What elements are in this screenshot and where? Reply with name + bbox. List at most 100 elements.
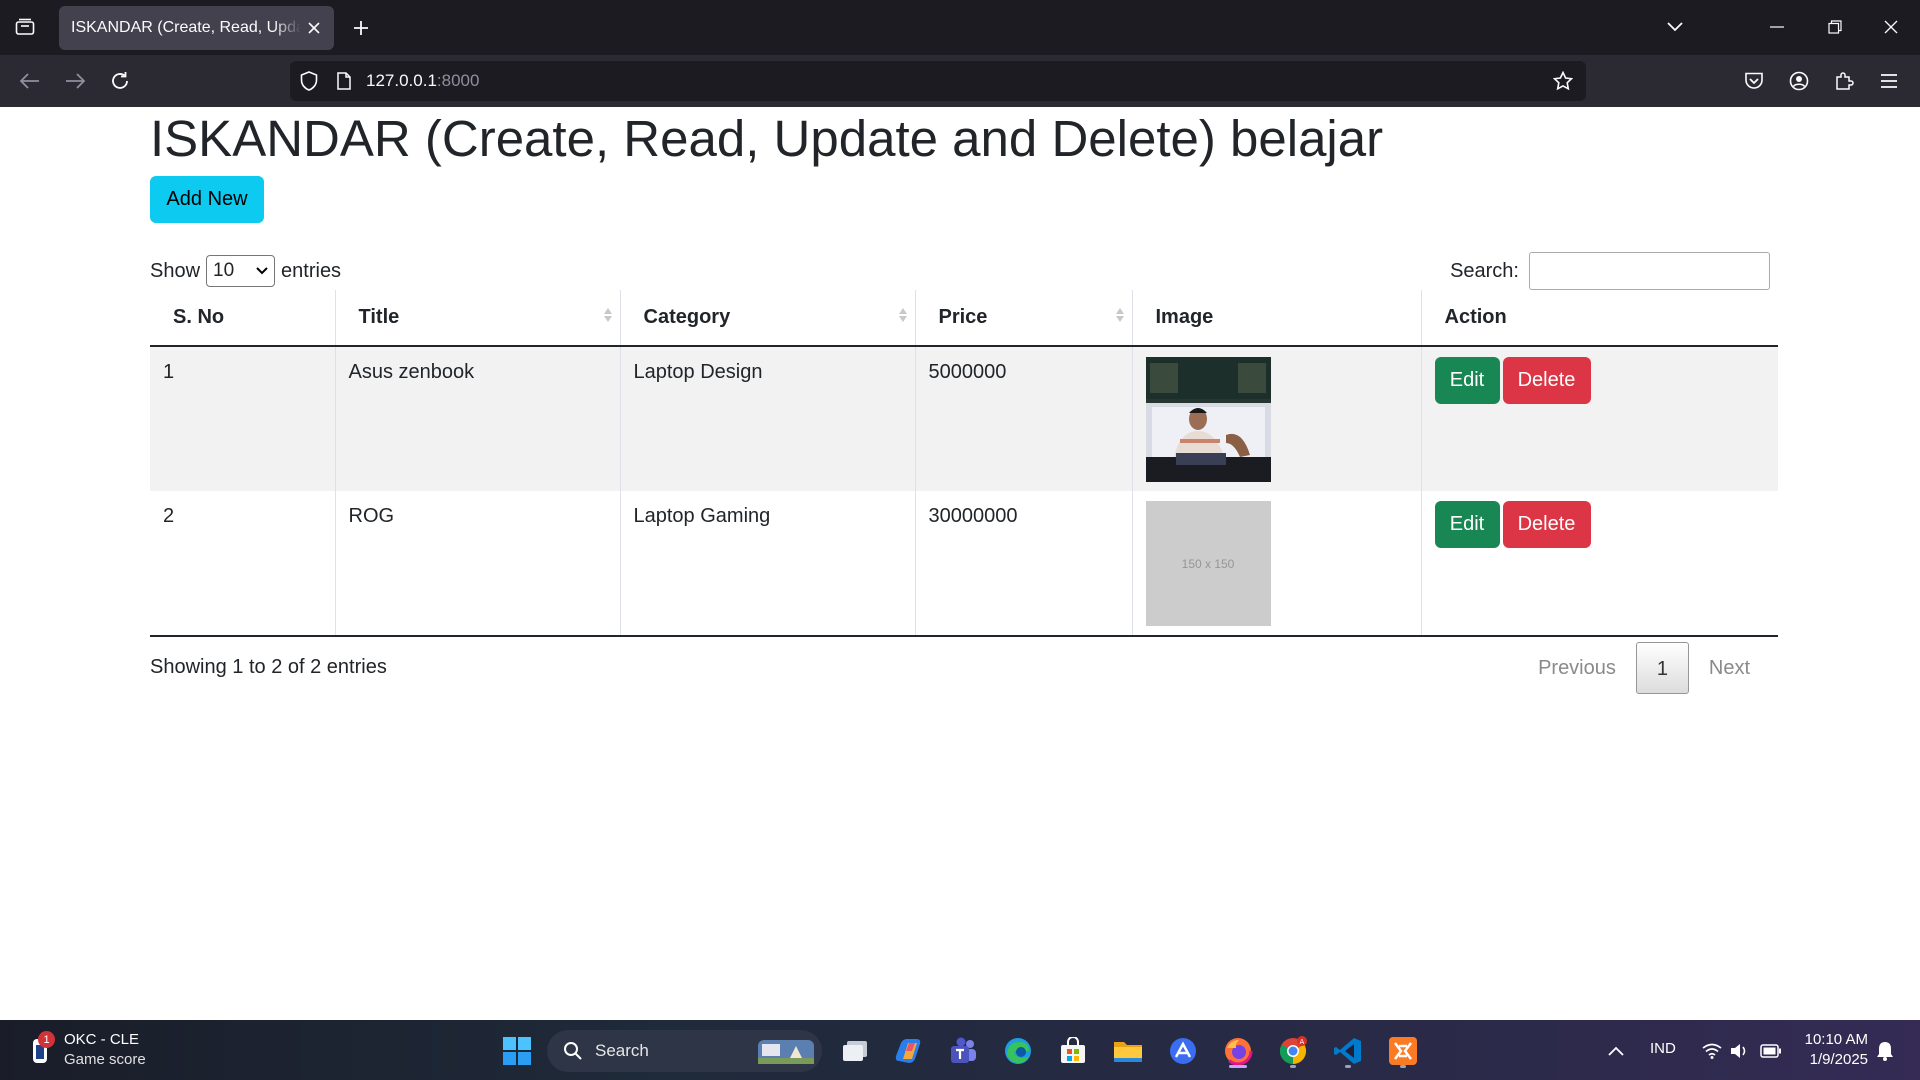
input-language[interactable]: IND: [1650, 1040, 1676, 1057]
taskbar-search[interactable]: Search: [547, 1030, 822, 1072]
reload-icon[interactable]: [106, 67, 134, 95]
chrome-icon[interactable]: A: [1273, 1031, 1313, 1071]
cell-image: [1131, 346, 1421, 491]
delete-button[interactable]: Delete: [1502, 357, 1591, 404]
weather-title: OKC - CLE: [64, 1031, 140, 1048]
menu-icon[interactable]: [1875, 67, 1903, 95]
svg-text:A: A: [1300, 1038, 1305, 1046]
file-explorer-icon[interactable]: [1108, 1031, 1148, 1071]
back-arrow-icon[interactable]: [16, 67, 44, 95]
table-row: 1 Asus zenbook Laptop Design 5000000 Edi…: [150, 346, 1778, 491]
arc-app-icon[interactable]: [1163, 1031, 1203, 1071]
header-label: Title: [358, 306, 400, 328]
cell-title: ROG: [334, 491, 620, 637]
search-input[interactable]: [1529, 252, 1770, 290]
list-all-tabs-icon[interactable]: [1662, 14, 1688, 40]
search-label: Search:: [1450, 259, 1519, 282]
url-bar[interactable]: 127.0.0.1:8000: [290, 61, 1586, 101]
xampp-icon[interactable]: [1383, 1031, 1423, 1071]
cell-price: 30000000: [914, 491, 1132, 637]
cell-image: 150 x 150: [1131, 491, 1421, 637]
cell-action: Edit Delete: [1420, 491, 1778, 637]
chevron-down-icon: [256, 267, 268, 275]
entries-label: entries: [281, 259, 342, 282]
clock-date: 1/9/2025: [1809, 1051, 1868, 1068]
column-header-image: Image: [1131, 290, 1421, 347]
column-header-title[interactable]: Title: [334, 290, 620, 347]
taskbar-search-label: Search: [595, 1041, 649, 1060]
page-info-icon[interactable]: [333, 70, 355, 92]
header-label: Category: [643, 306, 731, 328]
table-search-control: Search:: [1450, 252, 1770, 290]
windows-start-icon[interactable]: [497, 1031, 537, 1071]
firefox-icon[interactable]: [1218, 1031, 1258, 1071]
bookmark-star-icon[interactable]: [1552, 70, 1574, 92]
edit-button[interactable]: Edit: [1434, 501, 1500, 548]
page-number-button[interactable]: 1: [1635, 642, 1689, 694]
notification-bell-icon[interactable]: [1865, 1031, 1905, 1071]
battery-icon[interactable]: [1751, 1031, 1791, 1071]
chevron-up-icon[interactable]: [1596, 1031, 1636, 1071]
page-title: ISKANDAR (Create, Read, Update and Delet…: [150, 110, 1384, 167]
entries-length-control: Show 10 entries: [150, 255, 341, 287]
product-photo: [1145, 357, 1271, 482]
new-tab-icon[interactable]: [348, 15, 374, 41]
column-header-price[interactable]: Price: [914, 290, 1132, 347]
url-text[interactable]: 127.0.0.1:8000: [366, 71, 479, 91]
search-highlight-icon: [758, 1040, 814, 1064]
column-header-category[interactable]: Category: [619, 290, 915, 347]
open-app-indicator: [1400, 1065, 1406, 1068]
pagination: Previous 1 Next: [1518, 642, 1770, 694]
sort-icon: [898, 308, 907, 322]
clock-time: 10:10 AM: [1804, 1031, 1868, 1048]
add-new-button[interactable]: Add New: [150, 176, 264, 223]
search-icon: [564, 1042, 582, 1060]
task-view-icon[interactable]: [835, 1031, 875, 1071]
header-label: S. No: [173, 306, 225, 328]
header-label: Action: [1444, 306, 1507, 328]
minimize-icon[interactable]: [1764, 14, 1790, 40]
page-content: ISKANDAR (Create, Read, Update and Delet…: [0, 107, 1920, 1020]
sort-icon: [603, 308, 612, 322]
taskbar-clock[interactable]: 10:10 AM 1/9/2025: [1805, 1030, 1868, 1070]
browser-nav-bar: 127.0.0.1:8000: [0, 55, 1920, 107]
browser-tab-bar: ISKANDAR (Create, Read, Update and Delet…: [0, 0, 1920, 55]
tab-list-icon[interactable]: [12, 14, 38, 40]
edge-icon[interactable]: [998, 1031, 1038, 1071]
column-header-action: Action: [1420, 290, 1778, 347]
sports-icon: 1: [30, 1031, 55, 1067]
previous-page-button[interactable]: Previous: [1518, 642, 1636, 694]
table-row: 2 ROG Laptop Gaming 30000000 150 x 150 E…: [150, 491, 1778, 637]
next-page-button[interactable]: Next: [1689, 642, 1770, 694]
extensions-icon[interactable]: [1830, 67, 1858, 95]
column-header-sno[interactable]: S. No: [150, 290, 335, 347]
edit-button[interactable]: Edit: [1434, 357, 1500, 404]
header-label: Price: [938, 306, 988, 328]
shield-icon[interactable]: [298, 70, 320, 92]
entries-select[interactable]: 10: [206, 255, 276, 287]
close-tab-icon[interactable]: [304, 18, 324, 38]
close-window-icon[interactable]: [1878, 14, 1904, 40]
tab-title: ISKANDAR (Create, Read, Update and Delet…: [71, 19, 301, 36]
notification-badge: 1: [38, 1031, 55, 1048]
browser-tab-active[interactable]: ISKANDAR (Create, Read, Update and Delet…: [59, 6, 334, 50]
header-label: Image: [1155, 306, 1214, 328]
cell-sno: 1: [150, 346, 335, 491]
cell-title: Asus zenbook: [334, 346, 620, 491]
open-app-indicator: [1290, 1065, 1296, 1068]
table-header-row: S. No Title Category Price Image Action: [150, 290, 1778, 347]
vscode-icon[interactable]: [1328, 1031, 1368, 1071]
pocket-icon[interactable]: [1740, 67, 1768, 95]
image-placeholder: 150 x 150: [1145, 501, 1271, 626]
show-label: Show: [150, 259, 201, 282]
forward-arrow-icon[interactable]: [61, 67, 89, 95]
copilot-icon[interactable]: [888, 1031, 928, 1071]
open-app-indicator: [1345, 1065, 1351, 1068]
delete-button[interactable]: Delete: [1502, 501, 1591, 548]
restore-icon[interactable]: [1822, 14, 1848, 40]
teams-icon[interactable]: [943, 1031, 983, 1071]
account-icon[interactable]: [1785, 67, 1813, 95]
microsoft-store-icon[interactable]: [1053, 1031, 1093, 1071]
windows-taskbar: 1 OKC - CLE Game score Search A IND 10:1…: [0, 1020, 1920, 1080]
weather-widget[interactable]: 1 OKC - CLE Game score: [30, 1030, 146, 1070]
